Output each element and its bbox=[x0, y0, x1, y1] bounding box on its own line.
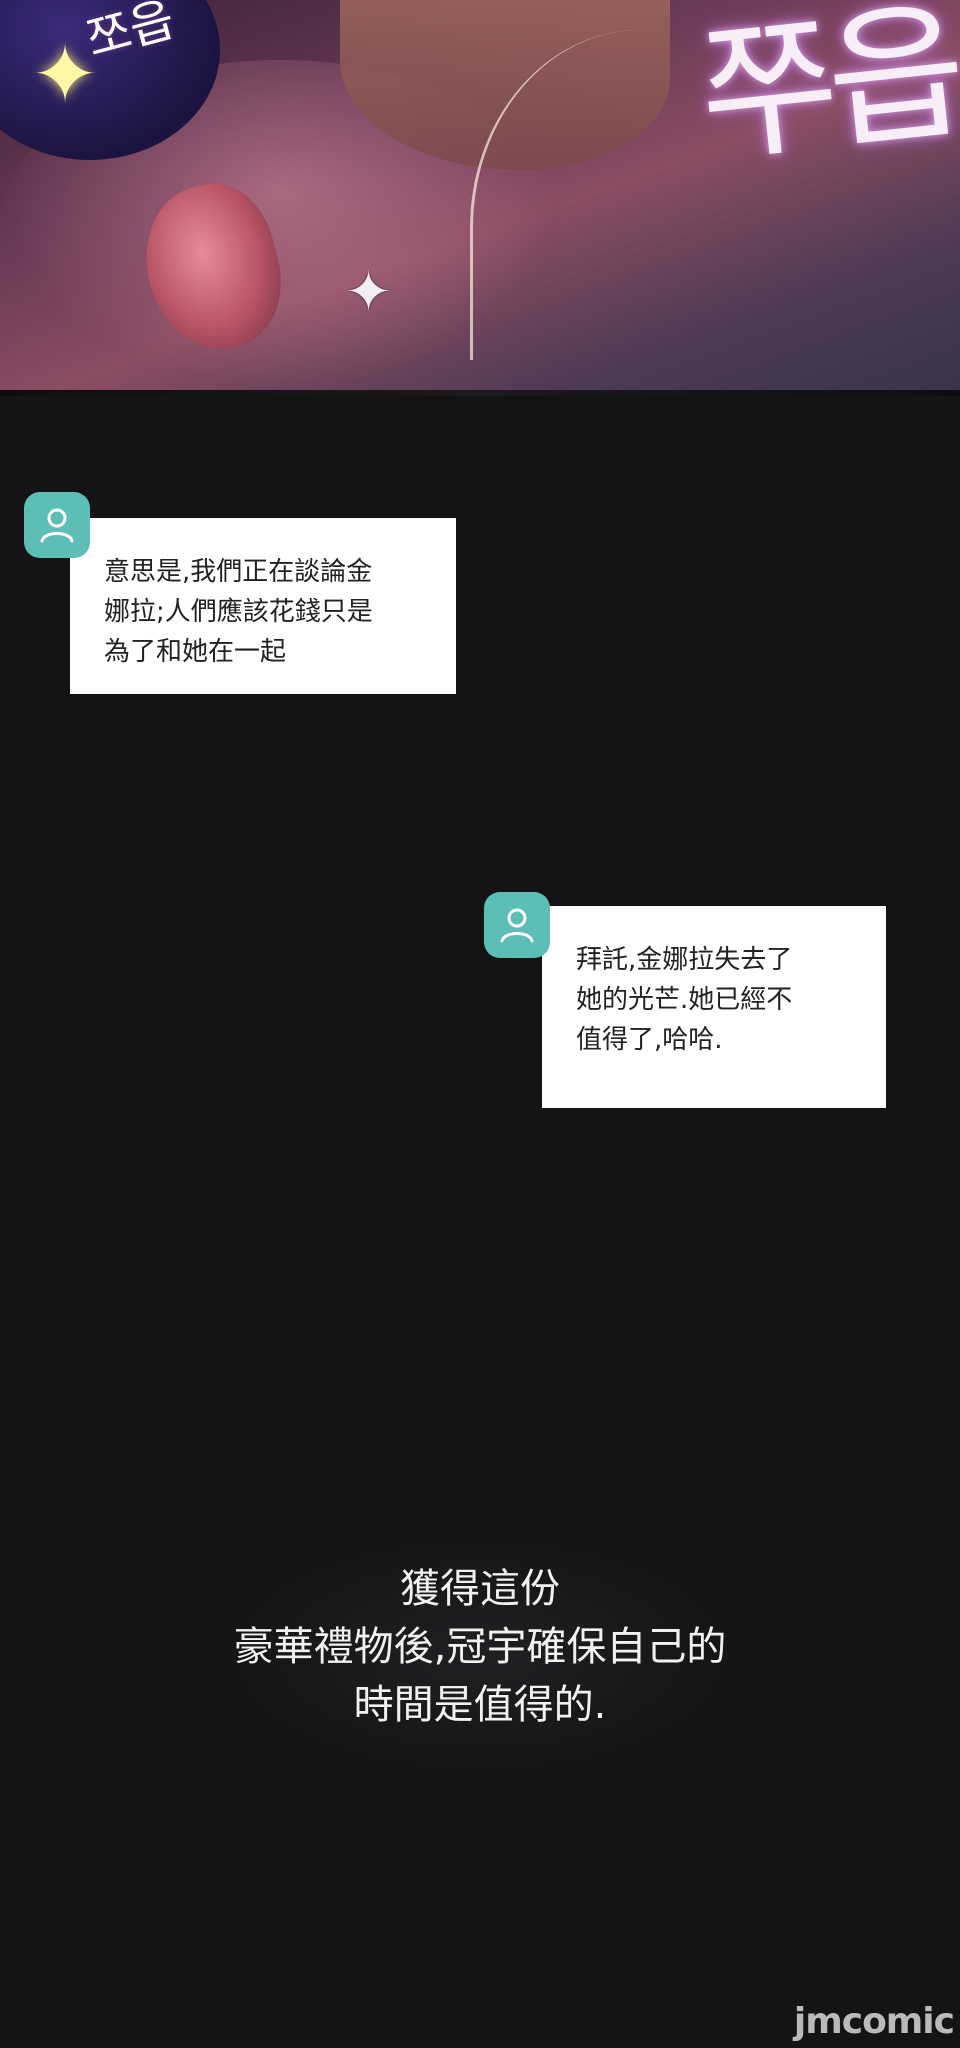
chat-bubble-text: 意思是,我們正在談論金 娜拉;人們應該花錢只是 為了和她在一起 bbox=[70, 518, 456, 694]
user-avatar-icon bbox=[484, 892, 550, 958]
illustration-panel: ✦ 쪼읍 쭈읍 ✦ bbox=[0, 0, 960, 395]
chat-bubble-text: 拜託,金娜拉失去了 她的光芒.她已經不 值得了,哈哈. bbox=[542, 906, 886, 1108]
panel-border bbox=[0, 390, 960, 396]
user-icon bbox=[500, 908, 534, 943]
narration-caption: 獲得這份 豪華禮物後,冠宇確保自己的 時間是值得的. bbox=[233, 1566, 727, 1728]
watermark: jmcomic bbox=[793, 2001, 955, 2042]
burst-icon: ✦ bbox=[345, 260, 392, 325]
comic-page: ✦ 쪼읍 쭈읍 ✦ 意思是,我們正在談論金 娜拉;人們應該花錢只是 為了和她在一… bbox=[0, 0, 960, 2048]
user-avatar-icon bbox=[24, 492, 90, 558]
sound-effect-main: 쭈읍 bbox=[691, 0, 960, 185]
user-icon bbox=[40, 508, 74, 543]
